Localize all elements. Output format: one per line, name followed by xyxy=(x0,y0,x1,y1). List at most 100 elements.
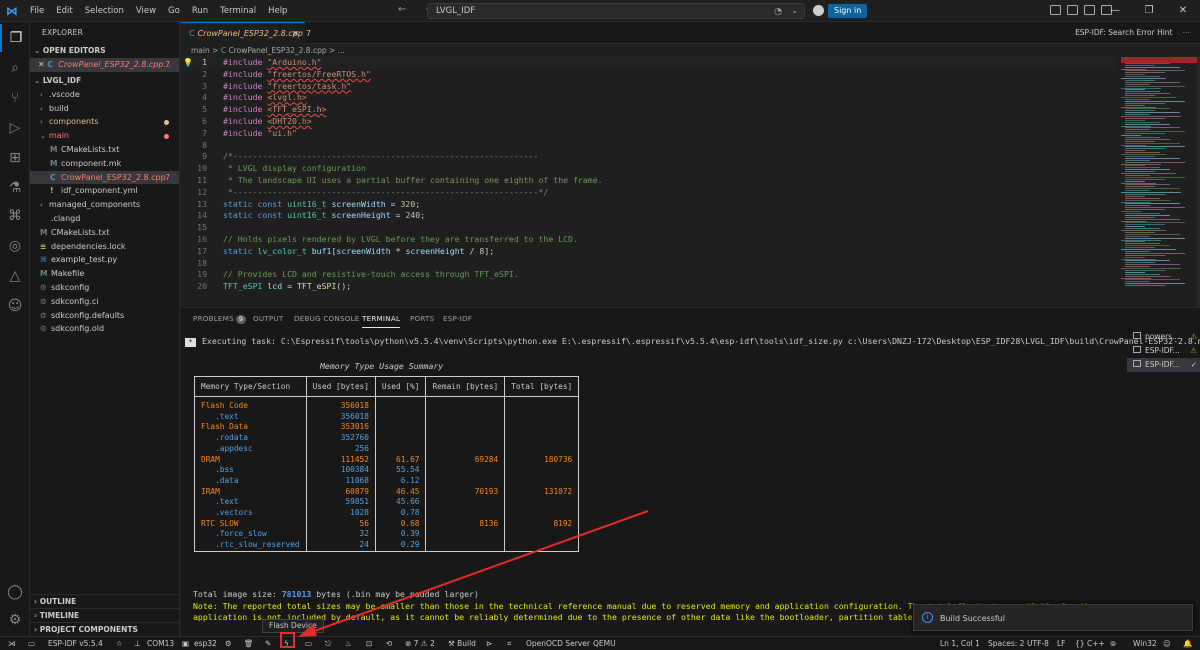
file-tree-item[interactable]: ≡ dependencies.lock xyxy=(30,240,179,254)
timeline-section[interactable]: › TIMELINE xyxy=(30,608,180,622)
project-components-section[interactable]: › PROJECT COMPONENTS xyxy=(30,622,180,636)
qemu[interactable]: QEMU xyxy=(593,637,616,650)
tab-ports[interactable]: PORTS xyxy=(410,308,434,330)
debug-icon[interactable]: ⎋ xyxy=(325,637,331,650)
workspace-root-header[interactable]: ⌄ LVGL_IDF xyxy=(30,74,179,88)
more-actions-icon[interactable]: ⋯ xyxy=(1183,28,1191,37)
source-control-icon[interactable]: ⑂ xyxy=(0,84,30,112)
file-tree-item[interactable]: .clangd xyxy=(30,212,179,226)
monitor-icon[interactable]: ▭ xyxy=(305,637,312,650)
breadcrumb-folder[interactable]: main xyxy=(191,46,210,55)
encoding[interactable]: UTF-8 xyxy=(1027,637,1049,650)
close-icon[interactable]: ✕ xyxy=(292,23,299,44)
file-tree-item[interactable]: Mcomponent.mk xyxy=(30,157,179,171)
editor-tab[interactable]: C CrowPanel_ESP32_2.8.cpp 7 ✕ xyxy=(181,22,311,44)
file-tree-item[interactable]: ⚙ sdkconfig.ci xyxy=(30,295,179,309)
tab-output[interactable]: OUTPUT xyxy=(253,308,284,330)
line-ending[interactable]: LF xyxy=(1057,637,1066,650)
platform[interactable]: Win32 xyxy=(1133,637,1157,650)
refresh-icon[interactable]: ⟲ xyxy=(386,637,392,650)
menu-edit[interactable]: Edit xyxy=(50,0,78,22)
file-tree-item[interactable]: ⚙ sdkconfig xyxy=(30,281,179,295)
file-tree-item[interactable]: › managed_components xyxy=(30,198,179,212)
terminal-instance[interactable]: ESP-IDF... ✓ xyxy=(1127,358,1200,372)
file-tree-item[interactable]: ! idf_component.yml xyxy=(30,184,179,198)
open-editor-item[interactable]: ✕ C CrowPanel_ESP32_2.8.cpp... 7 xyxy=(30,58,179,72)
run-debug-icon[interactable]: ▷ xyxy=(0,114,30,142)
terminal-output[interactable]: * Executing task: C:\Espressif\tools\pyth… xyxy=(181,336,1200,636)
debug-run-icon[interactable]: ⊳ xyxy=(486,637,492,650)
minimize-icon[interactable]: — xyxy=(1098,0,1132,22)
feedback-icon[interactable]: ☺ xyxy=(1163,637,1171,650)
search-icon[interactable]: ⌕ xyxy=(0,54,30,82)
tab-esp-idf[interactable]: ESP-IDF xyxy=(443,308,472,330)
close-icon[interactable]: ✕ xyxy=(38,60,47,69)
toggle-panel-icon[interactable] xyxy=(1067,5,1078,15)
notifications-bell-icon[interactable]: 🔔 xyxy=(1183,637,1192,650)
copilot-icon[interactable]: ◔ xyxy=(774,5,782,19)
file-tree-item[interactable]: C CrowPanel_ESP32_2.8.cpp 7 xyxy=(30,170,179,185)
file-tree-item[interactable]: › components xyxy=(30,115,179,129)
chevron-down-icon[interactable]: ⌄ xyxy=(791,4,798,18)
target-chip[interactable]: esp32 xyxy=(194,637,217,650)
code-editor[interactable]: 💡 1 #include "Arduino.h" 2 #include "freerto… xyxy=(181,57,1116,307)
accounts-icon[interactable]: ◯ xyxy=(0,578,30,606)
tab-terminal[interactable]: TERMINAL xyxy=(362,308,401,328)
vscode-logo-icon[interactable]: ⋈ xyxy=(0,0,24,22)
build-button[interactable]: ⚒ Build xyxy=(448,637,476,650)
breadcrumb-file[interactable]: CrowPanel_ESP32_2.8.cpp xyxy=(228,46,326,55)
account-icon[interactable] xyxy=(813,5,824,16)
esp-idf-icon[interactable]: ◎ xyxy=(0,232,30,260)
file-tree-item[interactable]: › .vscode xyxy=(30,88,179,102)
terminal-icon[interactable]: ⊡ xyxy=(366,637,372,650)
chip-icon[interactable]: ▭ xyxy=(28,637,35,650)
menu-selection[interactable]: Selection xyxy=(79,0,130,22)
tab-debug-console[interactable]: DEBUG CONSOLE xyxy=(294,308,360,330)
menu-run[interactable]: Run xyxy=(186,0,214,22)
testing-icon[interactable]: ⚗ xyxy=(0,174,30,202)
menu-go[interactable]: Go xyxy=(162,0,186,22)
terminal-instance[interactable]: powers... ⚠ xyxy=(1127,330,1200,344)
menu-file[interactable]: File xyxy=(24,0,50,22)
indentation[interactable]: Spaces: 2 xyxy=(988,637,1024,650)
extensions-icon[interactable]: ⊞ xyxy=(0,144,30,172)
remote-icon[interactable]: ⋊ xyxy=(8,637,16,650)
star-icon[interactable]: ☆ xyxy=(116,637,123,650)
flame-icon[interactable]: ♨ xyxy=(345,637,352,650)
settings-gear-icon[interactable]: ⚙ xyxy=(225,637,232,650)
serial-port[interactable]: COM13 xyxy=(147,637,174,650)
build-notification[interactable]: i Build Successful xyxy=(913,604,1193,631)
openocd-server[interactable]: OpenOCD Server xyxy=(526,637,590,650)
close-window-icon[interactable]: ✕ xyxy=(1166,0,1200,22)
toggle-sidebar-icon[interactable] xyxy=(1050,5,1061,15)
trash-icon[interactable]: 🗑 xyxy=(244,637,254,650)
explorer-icon[interactable]: ❐ xyxy=(0,24,30,52)
idf-version[interactable]: ESP-IDF v5.5.4 xyxy=(48,637,103,650)
menu-view[interactable]: View xyxy=(130,0,162,22)
manage-gear-icon[interactable]: ⚙ xyxy=(0,606,30,634)
minimap[interactable] xyxy=(1117,57,1197,307)
errors-warnings[interactable]: ⊗ 7 ⚠ 2 xyxy=(405,637,435,650)
file-tree-item[interactable]: › build xyxy=(30,102,179,116)
cmake-icon[interactable]: △ xyxy=(0,262,30,290)
platformio-icon[interactable]: ☺ xyxy=(0,292,30,320)
file-tree-item[interactable]: M Makefile xyxy=(30,267,179,281)
sign-in-button[interactable]: Sign in xyxy=(828,4,868,18)
maximize-icon[interactable]: ❐ xyxy=(1132,0,1166,22)
cursor-position[interactable]: Ln 1, Col 1 xyxy=(940,637,980,650)
file-tree-item[interactable]: M CMakeLists.txt xyxy=(30,143,179,157)
language-mode[interactable]: {} C++ xyxy=(1075,637,1105,650)
breadcrumb-symbol[interactable]: ... xyxy=(338,46,345,55)
file-tree-item[interactable]: ⌄ main xyxy=(30,129,179,143)
wrench-icon[interactable]: ✎ xyxy=(265,637,271,650)
command-center[interactable]: LVGL_IDF ◔ ⌄ xyxy=(427,3,805,19)
outline-section[interactable]: › OUTLINE xyxy=(30,594,180,608)
file-tree-item[interactable]: M CMakeLists.txt xyxy=(30,226,179,240)
python-icon[interactable]: ⌘ xyxy=(0,202,30,230)
file-tree-item[interactable]: ⌘ example_test.py xyxy=(30,253,179,267)
toggle-secondary-sidebar-icon[interactable] xyxy=(1084,5,1095,15)
file-tree-item[interactable]: ⚙ sdkconfig.old xyxy=(30,322,179,336)
open-editors-header[interactable]: ⌄ OPEN EDITORS xyxy=(30,44,179,58)
menu-help[interactable]: Help xyxy=(262,0,293,22)
file-tree-item[interactable]: ⚙ sdkconfig.defaults xyxy=(30,309,179,323)
